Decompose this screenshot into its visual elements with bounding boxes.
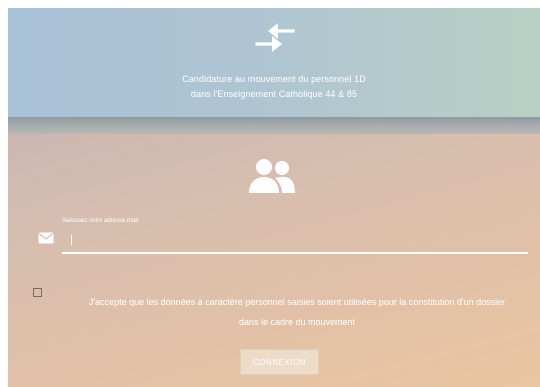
connexion-button[interactable]: CONNEXION — [240, 349, 319, 375]
email-input[interactable] — [62, 230, 528, 254]
header-divider — [8, 117, 540, 134]
consent-text-line-1: J'accepte que les données à caractère pe… — [88, 297, 506, 307]
consent-checkbox[interactable] — [33, 288, 42, 297]
consent-text-line-2: dans le cadre du mouvement — [238, 317, 356, 327]
app-title-line-1: Candidature au mouvement du personnel 1D — [182, 74, 366, 84]
consent-text: J'accepte que les données à caractère pe… — [62, 292, 532, 332]
swap-arrows-icon — [255, 23, 295, 52]
envelope-icon — [38, 232, 54, 244]
header-banner: Candidature au mouvement du personnel 1D… — [8, 8, 540, 117]
text-cursor — [71, 235, 72, 245]
email-label: Saisissez votre adresse mail — [62, 218, 139, 224]
users-icon — [249, 159, 295, 193]
app-title-line-2: dans l'Enseignement Catholique 44 & 85 — [190, 89, 358, 99]
